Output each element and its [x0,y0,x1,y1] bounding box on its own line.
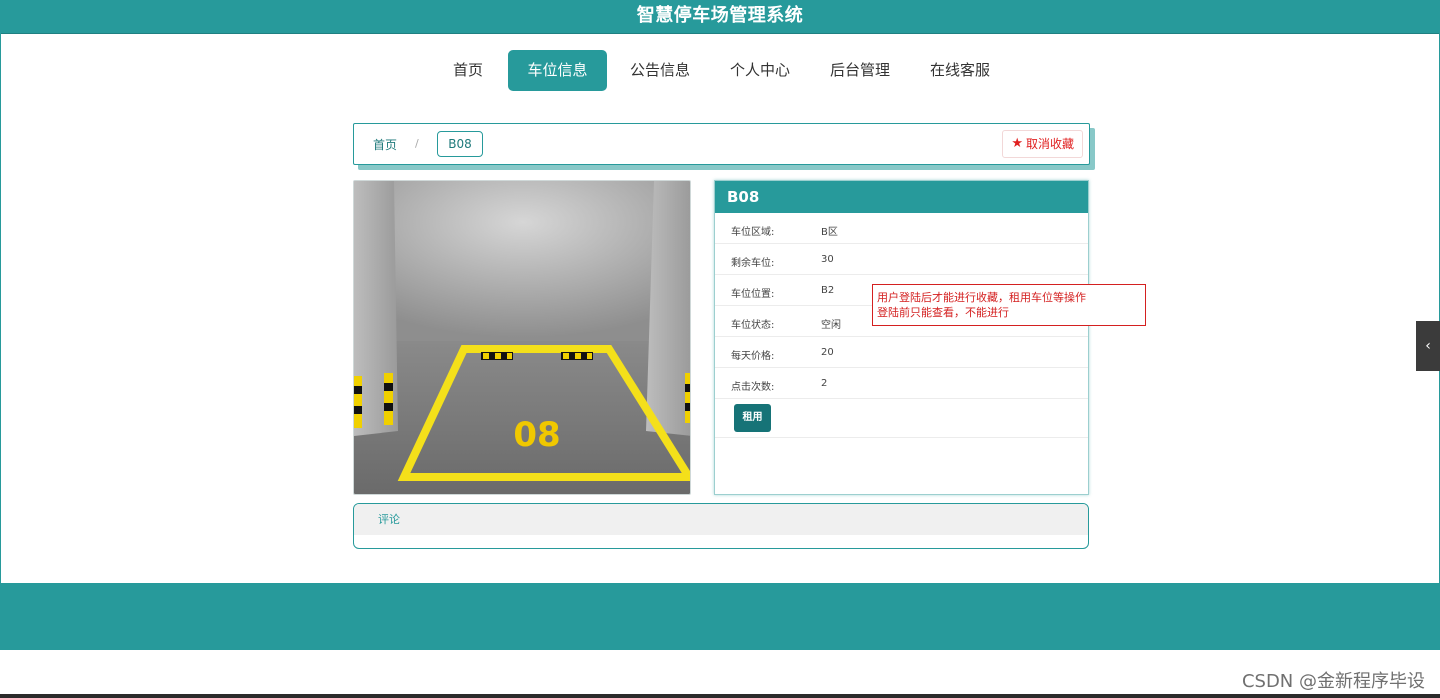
star-icon: ★ [1011,136,1023,151]
detail-label: 车位区域: [731,227,775,238]
detail-row-price: 每天价格: 20 [715,337,1088,368]
page-frame-left [0,33,1,583]
bottom-edge [0,694,1440,698]
breadcrumb: 首页 / B08 ★ 取消收藏 [353,123,1090,165]
rent-row: 租用 [715,399,1088,438]
detail-value: B区 [821,227,838,238]
detail-label: 每天价格: [731,351,775,362]
nav-personal-center[interactable]: 个人中心 [720,50,800,91]
detail-title: B08 [715,181,1088,213]
detail-row-clicks: 点击次数: 2 [715,368,1088,399]
unfavorite-label: 取消收藏 [1025,137,1074,151]
comment-section: 评论 [353,503,1089,549]
chevron-left-icon: ‹ [1425,338,1431,354]
detail-label: 车位状态: [731,320,775,331]
parking-detail-card: B08 车位区域: B区 剩余车位: 30 车位位置: B2 车位状态: 空闲 … [714,180,1089,495]
unfavorite-button[interactable]: ★ 取消收藏 [1002,130,1083,158]
breadcrumb-home-link[interactable]: 首页 [373,136,397,153]
detail-label: 剩余车位: [731,258,775,269]
breadcrumb-current: B08 [437,131,483,157]
nav-admin[interactable]: 后台管理 [820,50,900,91]
comment-tab[interactable]: 评论 [354,504,1088,535]
watermark: CSDN @金新程序毕设 [1241,671,1425,692]
slot-number-text: 08 [513,415,560,455]
annotation-line-1: 用户登陆后才能进行收藏，租用车位等操作 [877,291,1086,304]
detail-value: 空闲 [821,320,841,331]
annotation-line-2: 登陆前只能查看，不能进行 [877,306,1009,319]
detail-value: 2 [821,378,828,389]
top-header-bar: 智慧停车场管理系统 [0,0,1440,34]
page-footer [0,583,1440,650]
annotation-note[interactable]: 用户登陆后才能进行收藏，租用车位等操作 登陆前只能查看，不能进行 [872,284,1146,326]
breadcrumb-separator: / [415,137,419,150]
detail-row-area: 车位区域: B区 [715,213,1088,244]
rent-button[interactable]: 租用 [734,404,771,432]
detail-row-remaining: 剩余车位: 30 [715,244,1088,275]
detail-value: 30 [821,254,834,265]
sidebar-toggle-button[interactable]: ‹ [1416,321,1440,371]
nav-parking-info[interactable]: 车位信息 [508,50,607,91]
parking-space-illustration: 08 [354,181,690,494]
nav-announcements[interactable]: 公告信息 [620,50,700,91]
main-nav: 首页 车位信息 公告信息 个人中心 后台管理 在线客服 [0,50,1440,91]
nav-online-service[interactable]: 在线客服 [920,50,1000,91]
site-title: 智慧停车场管理系统 [636,4,804,26]
detail-label: 车位位置: [731,289,775,300]
detail-label: 点击次数: [731,382,775,393]
parking-space-photo: 08 [353,180,691,495]
detail-value: 20 [821,347,834,358]
nav-home[interactable]: 首页 [438,50,498,91]
detail-value: B2 [821,285,835,296]
